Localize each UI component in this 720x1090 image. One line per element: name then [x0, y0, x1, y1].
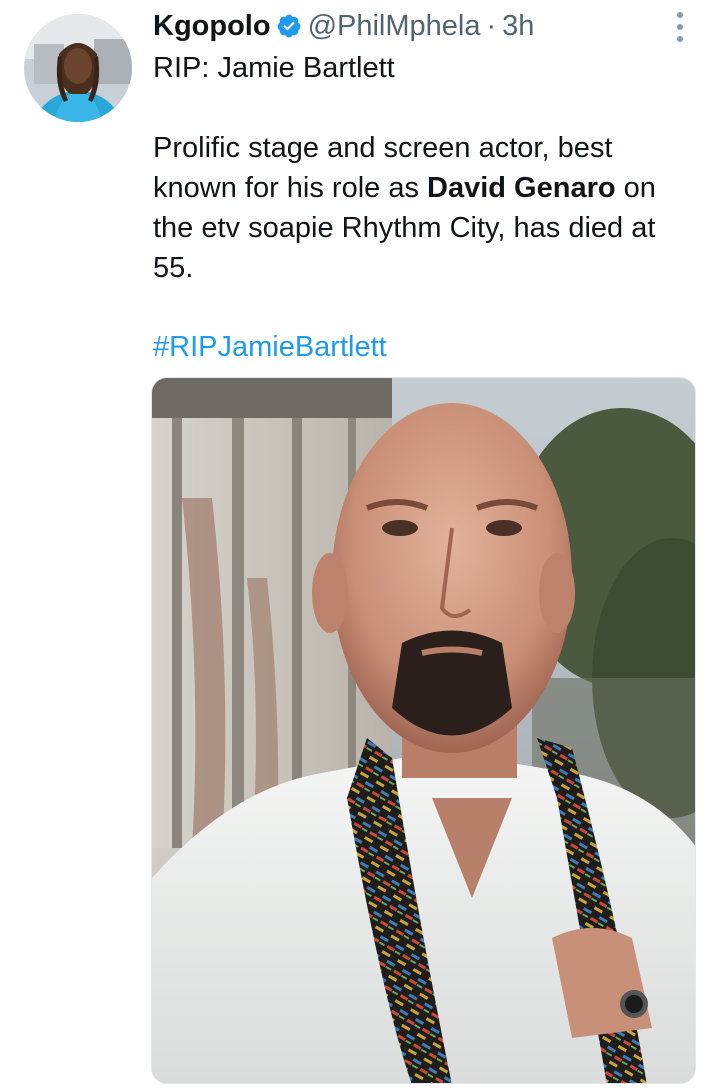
author-avatar[interactable] — [24, 14, 132, 122]
hashtag-link[interactable]: #RIPJamieBartlett — [153, 327, 387, 367]
separator-dot: · — [486, 9, 497, 42]
tweet-paragraph: Prolific stage and screen actor, best kn… — [153, 128, 698, 288]
tweet-line-title: RIP: Jamie Bartlett — [153, 52, 395, 84]
tweet-header: Kgopolo @PhilMphela · 3h — [153, 6, 534, 46]
tweet-bold-name: David Genaro — [427, 172, 616, 204]
tweet-media-photo[interactable] — [151, 377, 696, 1084]
author-name[interactable]: Kgopolo — [153, 10, 271, 43]
verified-badge-icon — [277, 14, 300, 38]
more-options-icon[interactable] — [670, 10, 690, 44]
avatar-photo — [24, 14, 132, 122]
tweet-text: RIP: Jamie Bartlett Prolific stage and s… — [153, 48, 698, 288]
tweet-timestamp[interactable]: 3h — [502, 10, 534, 43]
portrait-image — [152, 378, 695, 1083]
author-handle[interactable]: @PhilMphela — [308, 10, 481, 43]
